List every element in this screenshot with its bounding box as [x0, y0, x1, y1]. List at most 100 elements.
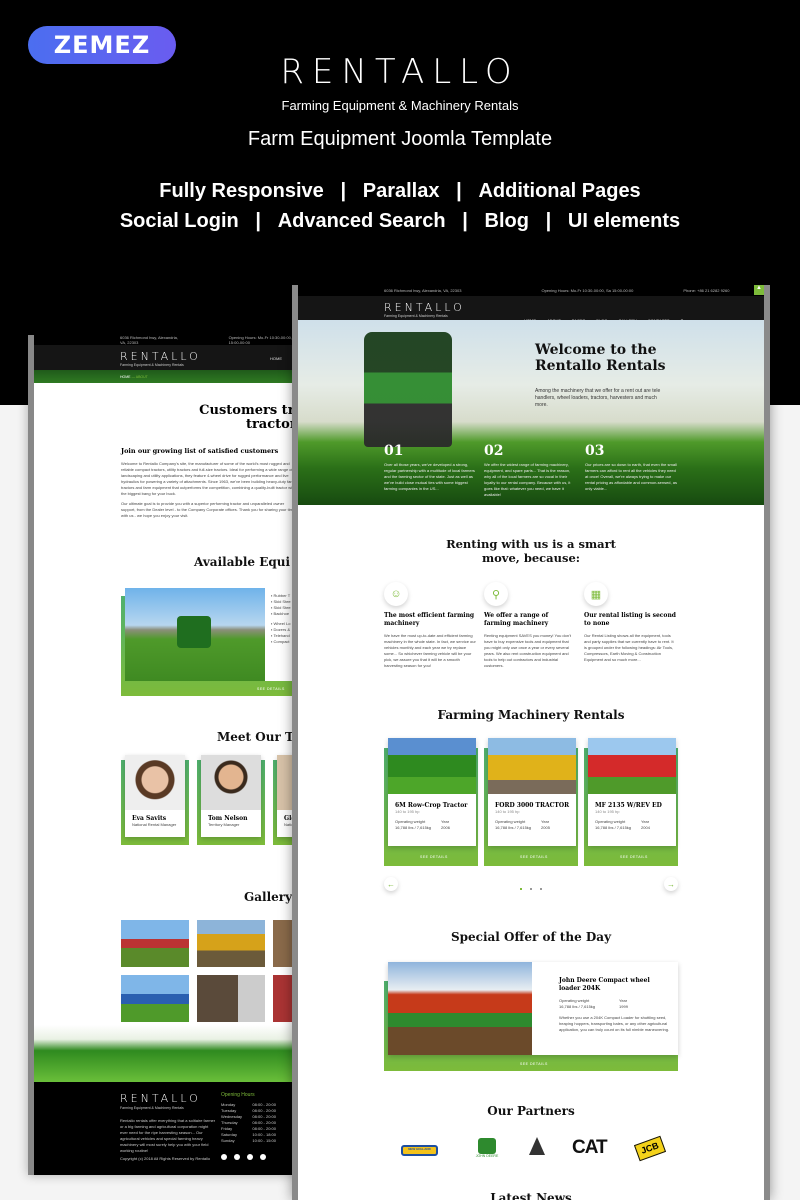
- copyright: Copyright (c) 2018 All Rights Reserved b…: [120, 1156, 211, 1161]
- rental-card[interactable]: MF 2135 W/REV ED 140 to 195 hp Operating…: [588, 738, 676, 846]
- features-line-2: Social Login | Advanced Search | Blog | …: [0, 210, 800, 233]
- breadcrumb-current: ABOUT: [135, 375, 148, 379]
- carousel-dot[interactable]: [520, 888, 522, 890]
- twitter-icon[interactable]: [260, 1154, 266, 1160]
- user-icon[interactable]: ▲: [754, 285, 764, 295]
- rental-name: FORD 3000 TRACTOR: [495, 802, 570, 809]
- farmer-icon: ☺: [384, 582, 408, 606]
- about-paragraph: Our ultimate goal is to provide you with…: [121, 501, 296, 518]
- equipment-heading: Available Equi: [194, 555, 291, 569]
- hero-title-line: Welcome to the: [535, 342, 657, 358]
- site-header: RENTALLO Farming Equipment & Machinery R…: [298, 296, 764, 324]
- why-item: Our rental listing is second to none Our…: [584, 612, 676, 663]
- tractor-image: [364, 332, 452, 447]
- site-tagline: Farming Equipment & Machinery Rentals: [120, 363, 184, 367]
- footer-logo[interactable]: RENTALLO: [120, 1092, 201, 1105]
- why-title: The most efficient farming machinery: [384, 612, 475, 627]
- feature: Fully Responsive: [159, 180, 324, 202]
- offer-text: Whether you use a 204K Compact Loader fo…: [559, 1015, 670, 1032]
- site-header: RENTALLO Farming Equipment & Machinery R…: [34, 345, 298, 370]
- hero-point-number: 01: [384, 443, 404, 459]
- team-heading: Meet Our T: [217, 730, 294, 744]
- why-text: Renting equipment SAVES you money! You d…: [484, 633, 571, 668]
- hero-point-text: Over all those years, we've developed a …: [384, 462, 475, 491]
- rental-photo: [388, 738, 476, 794]
- breadcrumb-home[interactable]: HOME: [120, 375, 131, 379]
- google-plus-icon[interactable]: [234, 1154, 240, 1160]
- hero-point-text: Our prices are so down to earth, that ev…: [585, 462, 677, 491]
- team-photo: [125, 755, 185, 810]
- why-text: Our Rental Listing shows all the equipme…: [584, 633, 674, 662]
- address: 6036 Richmond hwy, Alexandria, VA, 22303: [120, 335, 178, 345]
- hero-point: 03 Our prices are so down to earth, that…: [585, 443, 677, 492]
- separator: |: [462, 210, 468, 232]
- gallery-image[interactable]: [121, 975, 189, 1022]
- arrow-left-icon[interactable]: ←: [384, 877, 398, 891]
- see-details-button[interactable]: SEE DETAILS: [620, 855, 648, 859]
- hero-text: Among the machinery that we offer for a …: [535, 388, 661, 408]
- wrench-icon: ⚲: [484, 582, 508, 606]
- feature: Advanced Search: [277, 210, 446, 232]
- breadcrumb: HOME — ABOUT: [34, 370, 298, 383]
- rental-specs: Operating weight 16,788 lbs / 7,615kg Year…: [395, 819, 450, 830]
- footer-text: Rentallo rentals offer everything that a…: [120, 1118, 216, 1153]
- carousel-dots: [520, 888, 542, 890]
- new-holland-logo[interactable]: NEW HOLLAND: [401, 1145, 438, 1156]
- gallery-image[interactable]: [197, 975, 265, 1022]
- offer-card[interactable]: John Deere Compact wheel loader 204K Ope…: [388, 962, 678, 1055]
- see-details-button[interactable]: SEE DETAILS: [520, 1062, 548, 1066]
- arrow-right-icon[interactable]: →: [664, 877, 678, 891]
- hero-point-number: 03: [585, 443, 605, 459]
- social-links: [221, 1154, 266, 1160]
- heading-line: Customers tru: [199, 403, 298, 418]
- separator: |: [456, 180, 462, 202]
- see-details-button[interactable]: SEE DETAILS: [520, 855, 548, 859]
- cat-logo[interactable]: CAT: [572, 1137, 608, 1159]
- team-card[interactable]: Tom Nelson Territory Manager: [201, 755, 261, 837]
- team-name: Eva Savits: [132, 815, 167, 822]
- rental-name: 6M Row-Crop Tractor: [395, 802, 468, 809]
- about-subheading: Join our growing list of satisfied custo…: [121, 447, 279, 455]
- jcb-logo[interactable]: JCB: [633, 1135, 667, 1162]
- hours-title: Opening Hours: [221, 1092, 255, 1098]
- feature: Parallax: [362, 180, 440, 202]
- hero-point: 02 We offer the widest range of farming …: [484, 443, 576, 498]
- instagram-icon[interactable]: [247, 1154, 253, 1160]
- brand-logo: RENTALLO: [280, 52, 520, 92]
- breadcrumb-sep: —: [131, 375, 135, 379]
- see-details-button[interactable]: SEE DETAILS: [257, 687, 285, 691]
- hero-point-text: We offer the widest range of farming mac…: [484, 462, 571, 497]
- facebook-icon[interactable]: [221, 1154, 227, 1160]
- rentals-heading: Farming Machinery Rentals: [437, 708, 625, 722]
- nav-home[interactable]: HOME: [270, 356, 282, 361]
- gallery-image[interactable]: [197, 920, 265, 967]
- rental-card[interactable]: FORD 3000 TRACTOR 140 to 195 hp Operatin…: [488, 738, 576, 846]
- hours-row: Sunday 10:00 - 15:00: [221, 1138, 276, 1143]
- boxes-icon: ▦: [584, 582, 608, 606]
- offer-heading: Special Offer of the Day: [450, 930, 612, 944]
- about-heading: Customers tru tractors: [154, 404, 298, 432]
- heading-line: move, because:: [481, 551, 581, 565]
- brand-tagline: Farming Equipment & Machinery Rentals: [281, 98, 519, 113]
- about-page-mockup: 6036 Richmond hwy, Alexandria, VA, 22303…: [28, 335, 298, 1175]
- rental-card[interactable]: 6M Row-Crop Tractor 140 to 195 hp Operat…: [388, 738, 476, 846]
- challenger-logo[interactable]: [529, 1137, 545, 1155]
- promo-title: Farm Equipment Joomla Template: [247, 128, 553, 150]
- rental-specs: Operating weight 16,788 lbs / 7,615kg Year…: [495, 819, 550, 830]
- field-landscape: [34, 1025, 298, 1082]
- phone: Phone: +86 21 6282 9260: [683, 288, 730, 293]
- john-deere-logo[interactable]: JOHN DEERE: [469, 1138, 505, 1158]
- hero-title-line: Rentallo Rentals: [535, 358, 666, 374]
- top-info-bar: 6036 Richmond hwy, Alexandria, VA, 22303…: [298, 285, 764, 296]
- gallery-image[interactable]: [121, 920, 189, 967]
- carousel-dot[interactable]: [530, 888, 532, 890]
- separator: |: [255, 210, 262, 232]
- team-card[interactable]: Eva Savits National Rental Manager: [125, 755, 185, 837]
- heading-line: Renting with us is a smart: [446, 537, 616, 551]
- hero-section: Welcome to the Rentallo Rentals Among th…: [298, 320, 764, 505]
- carousel-dot[interactable]: [540, 888, 542, 890]
- tractor-shape: [177, 616, 211, 648]
- feature: Blog: [484, 210, 529, 232]
- see-details-button[interactable]: SEE DETAILS: [420, 855, 448, 859]
- why-item: We offer a range of farming machinery Re…: [484, 612, 576, 669]
